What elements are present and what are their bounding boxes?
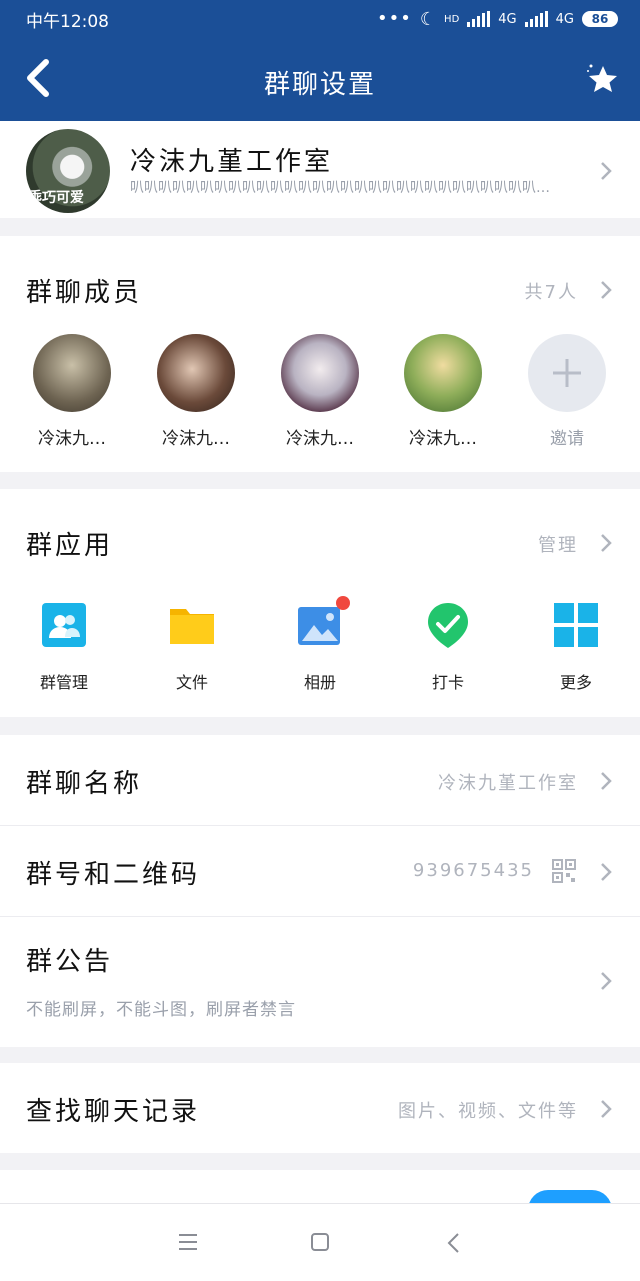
group-manage-icon: [42, 603, 86, 647]
group-info-card[interactable]: 乖巧可爱 冷沫九堇工作室 叭叭叭叭叭叭叭叭叭叭叭叭叭叭叭叭叭叭叭叭叭叭叭叭叭叭叭…: [0, 121, 640, 218]
chevron-right-icon: [601, 162, 612, 180]
settings-list: 群聊名称 冷沫九堇工作室 群号和二维码 939675435 群公告 不能刷屏，不…: [0, 735, 640, 1047]
member-name: 冷沫九…: [38, 429, 106, 449]
app-label: 更多: [559, 673, 592, 692]
group-avatar: 乖巧可爱: [26, 129, 110, 213]
group-description: 叭叭叭叭叭叭叭叭叭叭叭叭叭叭叭叭叭叭叭叭叭叭叭叭叭叭叭叭叭…: [130, 180, 550, 196]
network-label-2: 4G: [555, 11, 574, 27]
invite-label: 邀请: [550, 429, 584, 449]
app-checkin[interactable]: 打卡: [398, 601, 498, 693]
chevron-right-icon: [601, 972, 612, 990]
member-avatar: [157, 334, 235, 412]
app-label: 相册: [303, 673, 336, 692]
app-label: 文件: [175, 673, 208, 692]
apps-manage[interactable]: 管理: [538, 531, 578, 557]
apps-title: 群应用: [26, 531, 114, 561]
group-number-value: 939675435: [412, 860, 534, 881]
star-icon[interactable]: [584, 60, 622, 98]
search-history-hint: 图片、视频、文件等: [398, 1101, 578, 1122]
member-item[interactable]: 冷沫九…: [22, 334, 122, 449]
app-more[interactable]: 更多: [526, 601, 626, 693]
member-item[interactable]: 冷沫九…: [393, 334, 493, 449]
menu-icon[interactable]: [178, 1233, 198, 1251]
nav-back-icon[interactable]: [446, 1232, 460, 1254]
search-history-label: 查找聊天记录: [26, 1097, 201, 1127]
moon-icon: ☾: [419, 8, 437, 30]
members-title: 群聊成员: [26, 278, 143, 308]
members-count[interactable]: 共7人: [525, 278, 578, 304]
plus-icon: [553, 359, 581, 387]
chevron-right-icon: [601, 1100, 612, 1118]
member-name: 冷沫九…: [286, 429, 354, 449]
group-name-value: 冷沫九堇工作室: [438, 773, 578, 794]
announcement-row[interactable]: 群公告 不能刷屏，不能斗图，刷屏者禁言: [0, 917, 640, 1047]
announcement-text: 不能刷屏，不能斗图，刷屏者禁言: [26, 1000, 296, 1020]
group-apps-card: 群应用 管理 群管理 文件 相册 打卡 更多: [0, 489, 640, 717]
status-time: 中午12:08: [26, 11, 109, 32]
battery-icon: 86: [582, 11, 618, 27]
chevron-right-icon[interactable]: [600, 280, 612, 300]
folder-icon: [170, 609, 214, 644]
status-bar: 中午12:08 ••• ☾ HD 4G 4G 86: [0, 0, 640, 38]
group-number-row[interactable]: 群号和二维码 939675435: [0, 826, 640, 916]
member-avatar: [404, 334, 482, 412]
notification-dot-icon: [336, 596, 350, 610]
announcement-label: 群公告: [26, 947, 114, 977]
status-icons: ••• ☾ HD 4G 4G 86: [377, 9, 618, 30]
group-name: 冷沫九堇工作室: [130, 147, 334, 177]
group-name-label: 群聊名称: [26, 769, 143, 799]
network-label-1: 4G: [498, 11, 517, 27]
grid-icon: [554, 603, 598, 647]
signal-icon-2: [524, 11, 548, 27]
hd-label: HD: [444, 13, 460, 25]
app-label: 打卡: [431, 673, 464, 692]
more-dots-icon: •••: [377, 8, 412, 29]
qr-code-icon: [552, 859, 576, 883]
member-avatar: [33, 334, 111, 412]
home-icon[interactable]: [310, 1232, 330, 1252]
member-name: 冷沫九…: [162, 429, 230, 449]
group-name-row[interactable]: 群聊名称 冷沫九堇工作室: [0, 735, 640, 825]
chevron-right-icon[interactable]: [600, 533, 612, 553]
group-number-label: 群号和二维码: [26, 860, 201, 890]
chevron-right-icon: [601, 863, 612, 881]
members-card: 群聊成员 共7人 冷沫九… 冷沫九… 冷沫九… 冷沫九… 邀请: [0, 236, 640, 472]
page-title: 群聊设置: [263, 70, 376, 100]
member-item[interactable]: 冷沫九…: [146, 334, 246, 449]
system-nav-bar: [0, 1203, 640, 1281]
search-history-row[interactable]: 查找聊天记录 图片、视频、文件等: [0, 1063, 640, 1153]
invite-circle: [528, 334, 606, 412]
app-album[interactable]: 相册: [270, 601, 370, 693]
app-group-manage[interactable]: 群管理: [14, 601, 114, 693]
group-avatar-text: 乖巧可爱: [28, 190, 84, 206]
member-name: 冷沫九…: [409, 429, 477, 449]
checkin-icon: [428, 603, 468, 648]
signal-icon: [467, 11, 491, 27]
invite-button[interactable]: 邀请: [517, 334, 617, 449]
app-files[interactable]: 文件: [142, 601, 242, 693]
app-label: 群管理: [39, 673, 88, 692]
member-avatar: [281, 334, 359, 412]
chevron-right-icon: [601, 772, 612, 790]
member-item[interactable]: 冷沫九…: [270, 334, 370, 449]
title-bar: 群聊设置: [0, 38, 640, 121]
